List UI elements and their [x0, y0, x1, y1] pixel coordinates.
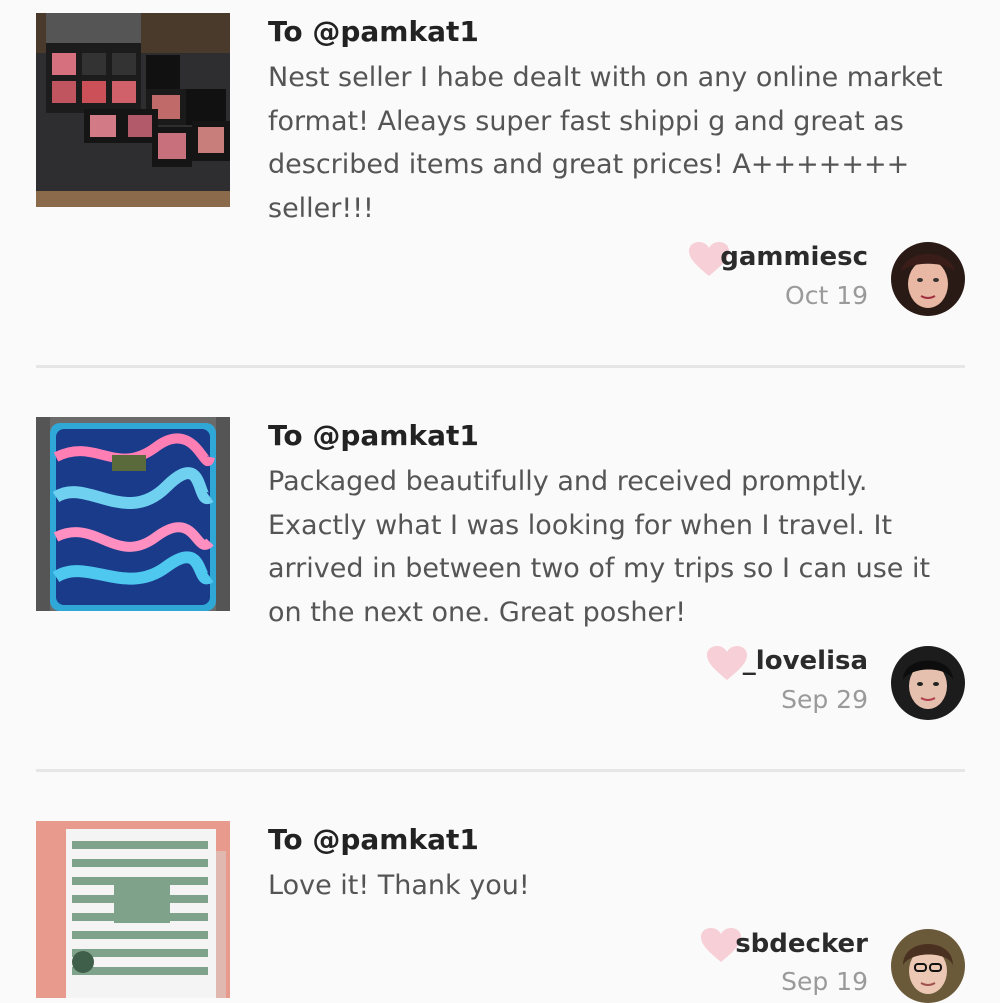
- divider: [36, 365, 965, 368]
- listing-thumbnail[interactable]: [36, 13, 230, 207]
- listing-thumbnail[interactable]: [36, 821, 230, 998]
- avatar[interactable]: [891, 242, 965, 316]
- review-date: Sep 29: [781, 685, 868, 714]
- review-text: Love it! Thank you!: [268, 870, 530, 901]
- review-recipient[interactable]: To @pamkat1: [268, 417, 479, 455]
- review-date: Oct 19: [785, 281, 868, 310]
- heart-icon[interactable]: [707, 646, 747, 682]
- review-recipient[interactable]: To @pamkat1: [268, 13, 479, 51]
- review-text: Packaged beautifully and received prompt…: [268, 466, 931, 628]
- review-date: Sep 19: [781, 967, 868, 996]
- reviewer-username[interactable]: _lovelisa: [743, 646, 868, 676]
- reviewer-username[interactable]: sbdecker: [735, 929, 868, 959]
- avatar[interactable]: [891, 929, 965, 1003]
- review-item: To @pamkat1 Nest seller I habe dealt wit…: [0, 13, 1000, 343]
- divider: [36, 769, 965, 772]
- review-item: To @pamkat1 Love it! Thank you! sbdecker…: [0, 821, 1000, 1003]
- avatar[interactable]: [891, 646, 965, 720]
- review-item: To @pamkat1 Packaged beautifully and rec…: [0, 417, 1000, 747]
- review-recipient[interactable]: To @pamkat1: [268, 821, 479, 859]
- listing-thumbnail[interactable]: [36, 417, 230, 611]
- review-text: Nest seller I habe dealt with on any onl…: [268, 62, 943, 224]
- reviewer-username[interactable]: gammiesc: [720, 242, 868, 272]
